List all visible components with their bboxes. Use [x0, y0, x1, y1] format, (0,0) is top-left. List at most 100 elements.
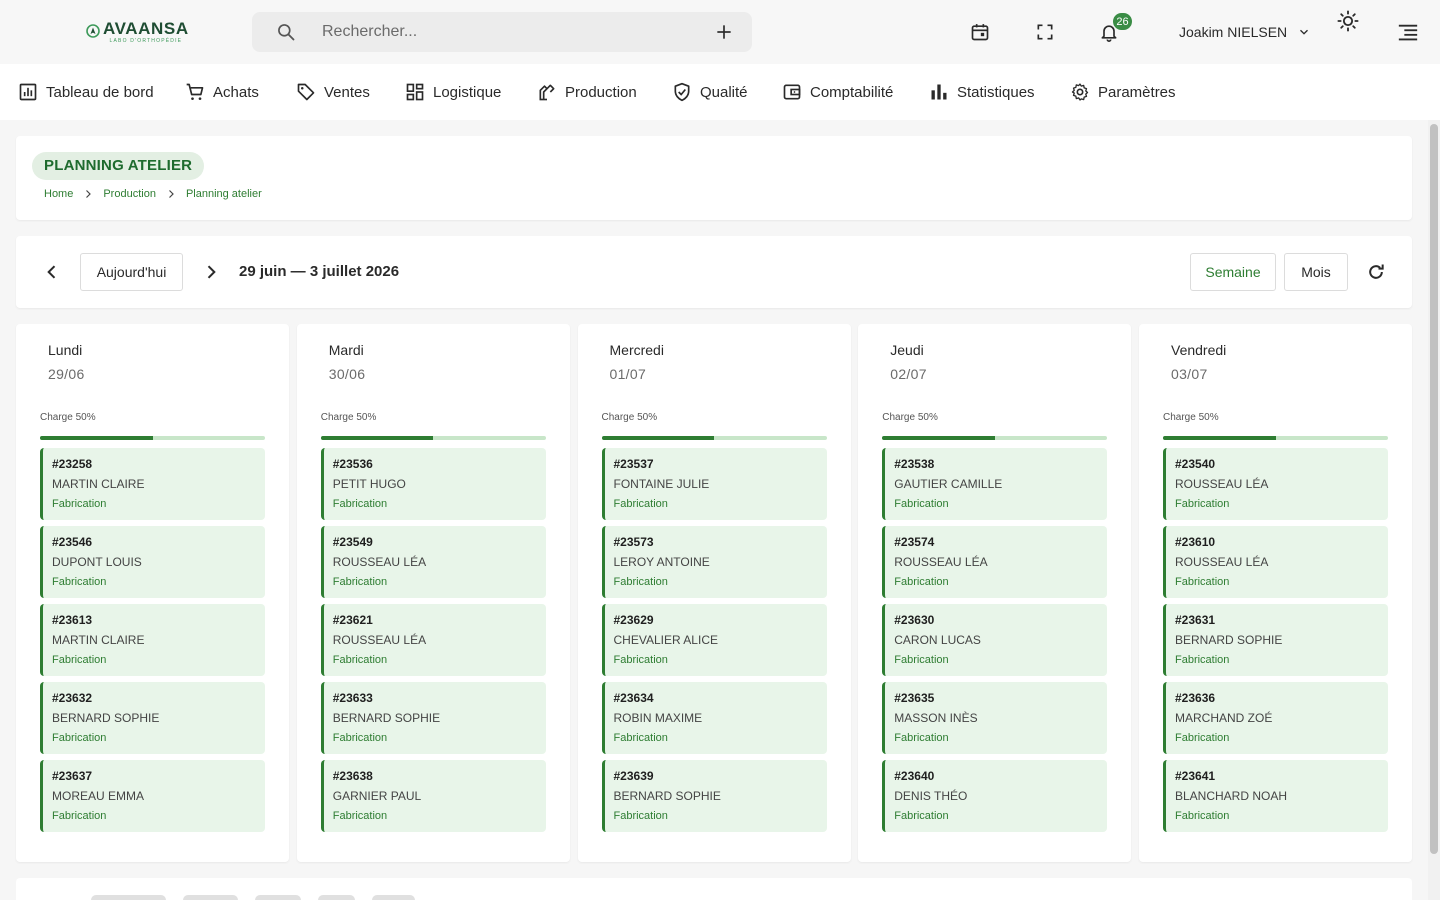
job-type: Fabrication [613, 576, 668, 588]
job-type: Fabrication [894, 810, 949, 822]
job-card[interactable]: #23610 ROUSSEAU LÉA Fabrication [1163, 526, 1388, 598]
job-card[interactable]: #23540 ROUSSEAU LÉA Fabrication [1163, 448, 1388, 520]
job-card[interactable]: #23630 CARON LUCAS Fabrication [882, 604, 1108, 676]
job-card[interactable]: #23640 DENIS THÉO Fabrication [882, 760, 1108, 832]
job-card[interactable]: #23536 PETIT HUGO Fabrication [320, 448, 546, 520]
breadcrumb-home[interactable]: Home [44, 188, 73, 200]
job-card[interactable]: #23573 LEROY ANTOINE Fabrication [601, 526, 827, 598]
menu-item-parametres[interactable]: Paramètres [1070, 81, 1176, 103]
fullscreen-icon[interactable] [1035, 22, 1055, 42]
job-card[interactable]: #23621 ROUSSEAU LÉA Fabrication [320, 604, 546, 676]
charge-label: Charge 50% [320, 412, 377, 423]
refresh-icon[interactable] [1366, 262, 1386, 282]
charge-bar [601, 436, 827, 440]
job-card[interactable]: #23574 ROUSSEAU LÉA Fabrication [882, 526, 1108, 598]
job-card[interactable]: #23546 DUPONT LOUIS Fabrication [40, 526, 265, 598]
logo[interactable]: AVAANSA LABO D'ORTHOPÉDIE [86, 20, 189, 44]
chevron-right-icon [169, 190, 174, 198]
menu-item-achats[interactable]: Achats [185, 81, 259, 103]
job-type: Fabrication [1175, 810, 1230, 822]
job-card[interactable]: #23635 MASSON INÈS Fabrication [882, 682, 1108, 754]
job-card[interactable]: #23632 BERNARD SOPHIE Fabrication [40, 682, 265, 754]
charge-bar [40, 436, 265, 440]
job-patient: ROUSSEAU LÉA [332, 633, 427, 647]
charge-label: Charge 50% [40, 412, 96, 423]
job-id: #23573 [613, 535, 654, 549]
job-card[interactable]: #23636 MARCHAND ZOÉ Fabrication [1163, 682, 1388, 754]
job-card[interactable]: #23633 BERNARD SOPHIE Fabrication [320, 682, 546, 754]
job-card[interactable]: #23629 CHEVALIER ALICE Fabrication [601, 604, 827, 676]
job-id: #23258 [52, 457, 93, 471]
day-date: 30/06 [328, 366, 366, 382]
legend-chip [91, 895, 166, 900]
menu-item-ventes[interactable]: Ventes [296, 81, 370, 103]
user-name: Joakim NIELSEN [1179, 24, 1288, 40]
breadcrumb-production[interactable]: Production [103, 188, 156, 200]
menu-item-qualite[interactable]: Qualité [672, 81, 748, 103]
scrollbar-thumb[interactable] [1430, 124, 1438, 854]
page-scrollbar[interactable] [1428, 120, 1440, 900]
job-patient: GARNIER PAUL [332, 789, 422, 803]
notification-badge: 26 [1112, 12, 1133, 31]
job-card[interactable]: #23637 MOREAU EMMA Fabrication [40, 760, 265, 832]
menu-icon[interactable] [1397, 22, 1419, 44]
job-card[interactable]: #23634 ROBIN MAXIME Fabrication [601, 682, 827, 754]
calendar-icon[interactable] [970, 22, 990, 42]
job-patient: MARTIN CLAIRE [52, 633, 145, 647]
top-bar: AVAANSA LABO D'ORTHOPÉDIE 26 Joakim NIEL… [0, 0, 1440, 64]
job-id: #23639 [613, 769, 654, 783]
gear-icon [1071, 83, 1089, 101]
chevron-left-icon[interactable] [42, 262, 62, 282]
day-column: Mercredi 01/07 Charge 50% #23537 FONTAINE JU… [577, 324, 851, 862]
job-card[interactable]: #23537 FONTAINE JULIE Fabrication [601, 448, 827, 520]
job-card[interactable]: #23258 MARTIN CLAIRE Fabrication [40, 448, 265, 520]
legend-chip [183, 895, 238, 900]
job-patient: BERNARD SOPHIE [52, 711, 160, 725]
menu-item-comptabilite[interactable]: Comptabilité [782, 81, 893, 103]
job-card[interactable]: #23638 GARNIER PAUL Fabrication [320, 760, 546, 832]
day-name: Jeudi [890, 342, 924, 358]
job-id: #23635 [894, 691, 935, 705]
menu-item-statistiques[interactable]: Statistiques [929, 81, 1035, 103]
job-card[interactable]: #23538 GAUTIER CAMILLE Fabrication [882, 448, 1108, 520]
job-patient: BERNARD SOPHIE [1175, 633, 1283, 647]
sun-icon[interactable] [1337, 10, 1359, 32]
day-column: Jeudi 02/07 Charge 50% #23538 GAUTIER CAMILL… [858, 324, 1132, 862]
day-column: Mardi 30/06 Charge 50% #23536 PETIT HUGO Fabr… [296, 324, 570, 862]
page-header: PLANNING ATELIER Home Production Plannin… [16, 136, 1412, 220]
search-input[interactable] [322, 12, 702, 52]
job-card[interactable]: #23549 ROUSSEAU LÉA Fabrication [320, 526, 546, 598]
month-view-button[interactable]: Mois [1284, 253, 1348, 291]
job-card[interactable]: #23639 BERNARD SOPHIE Fabrication [601, 760, 827, 832]
bar-chart-icon [931, 84, 947, 100]
today-button[interactable]: Aujourd'hui [80, 253, 183, 291]
week-view-button[interactable]: Semaine [1190, 253, 1276, 291]
page-title: PLANNING ATELIER [32, 152, 205, 180]
menu-item-production[interactable]: Production [537, 81, 637, 103]
search-icon[interactable] [276, 22, 296, 42]
day-date: 03/07 [1171, 366, 1208, 382]
job-type: Fabrication [894, 576, 949, 588]
job-id: #23621 [332, 613, 373, 627]
day-name: Mardi [328, 342, 364, 358]
search-bar [252, 12, 752, 52]
job-id: #23640 [894, 769, 935, 783]
job-type: Fabrication [613, 810, 668, 822]
shield-check-icon [674, 82, 690, 102]
chevron-right-icon[interactable] [201, 262, 221, 282]
menu-item-logistique[interactable]: Logistique [405, 81, 501, 103]
job-patient: ROBIN MAXIME [613, 711, 703, 725]
legend-chip [372, 895, 415, 900]
menu-item-dashboard[interactable]: Tableau de bord [18, 81, 154, 103]
job-card[interactable]: #23613 MARTIN CLAIRE Fabrication [40, 604, 265, 676]
day-column: Lundi 29/06 Charge 50% #23258 MARTIN CLAIRE F… [16, 324, 289, 862]
job-card[interactable]: #23631 BERNARD SOPHIE Fabrication [1163, 604, 1388, 676]
day-column: Vendredi 03/07 Charge 50% #23540 ROUSSEAU LÉ… [1139, 324, 1412, 862]
dashboard-icon [19, 83, 37, 101]
user-menu[interactable]: Joakim NIELSEN [1179, 22, 1311, 42]
add-icon[interactable] [714, 22, 734, 42]
job-patient: BLANCHARD NOAH [1175, 789, 1288, 803]
job-type: Fabrication [52, 810, 107, 822]
legend-chip [318, 895, 355, 900]
job-card[interactable]: #23641 BLANCHARD NOAH Fabrication [1163, 760, 1388, 832]
